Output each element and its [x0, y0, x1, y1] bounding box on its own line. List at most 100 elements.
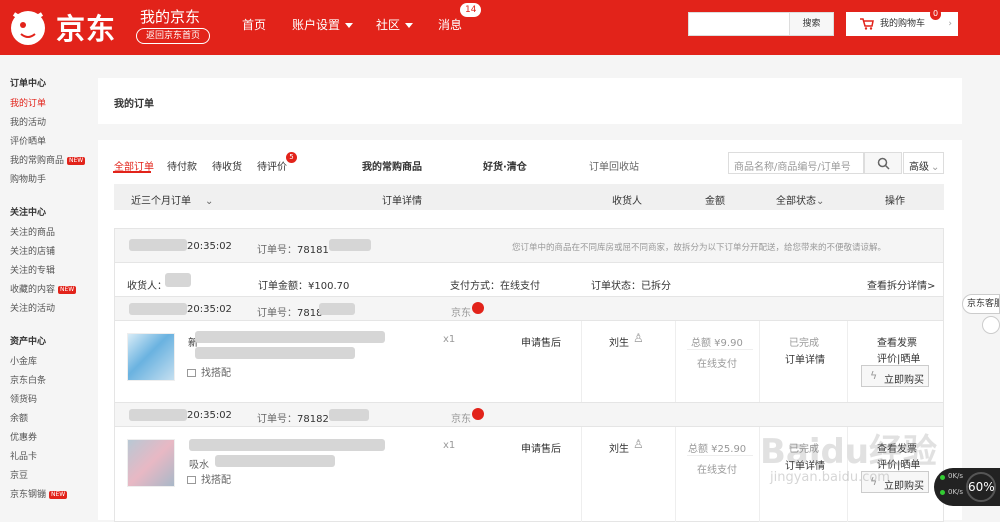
nav-account-settings[interactable]: 账户设置 — [292, 16, 354, 33]
receiver-name[interactable]: 刘生 — [609, 440, 629, 455]
column-divider — [675, 427, 676, 522]
order-search-button[interactable] — [864, 152, 902, 174]
sidebar-item-frequent-goods[interactable]: 我的常购商品 NEW — [10, 153, 86, 166]
parent-payment-method: 支付方式：在线支付 — [450, 281, 540, 292]
cart-label: 我的购物车 — [880, 19, 926, 29]
order-number-label: 订单号： — [257, 245, 297, 256]
sidebar-item-followed-goods[interactable]: 关注的商品 — [10, 225, 55, 238]
search-icon — [877, 157, 890, 170]
column-divider — [759, 321, 760, 404]
sidebar-item-followed-activities[interactable]: 关注的活动 — [10, 301, 55, 314]
col-action: 操作 — [885, 196, 905, 207]
find-match-link[interactable]: 找搭配 — [187, 471, 231, 486]
user-icon: ♙ — [633, 437, 644, 451]
blurred-product-name — [195, 347, 355, 359]
chevron-right-icon: › — [948, 19, 952, 29]
sub-order-number: 订单号：78182 — [257, 410, 329, 425]
order-number-value: 78181 — [297, 245, 329, 256]
jd-logo-text[interactable]: 京东 — [56, 6, 116, 48]
sidebar-item-gift-cards[interactable]: 礼品卡 — [10, 449, 37, 462]
order-status: 已完成 — [789, 338, 819, 349]
advanced-label: 高级 — [909, 162, 929, 173]
apply-aftersale-link[interactable]: 申请售后 — [521, 440, 561, 455]
tab-pending-receipt[interactable]: 待收货 — [212, 158, 242, 173]
column-divider — [675, 321, 676, 404]
sidebar-item-my-orders[interactable]: 我的订单 — [10, 96, 46, 109]
nav-community[interactable]: 社区 — [376, 16, 414, 33]
sidebar-item-followed-shops[interactable]: 关注的店铺 — [10, 244, 55, 257]
sidebar-item-pickup-code[interactable]: 领货码 — [10, 392, 37, 405]
sidebar-item-jd-beans[interactable]: 京豆 — [10, 468, 28, 481]
buy-again-label: 立即购买 — [884, 375, 924, 386]
usage-percent: 60% — [966, 472, 996, 502]
new-badge: NEW — [49, 490, 68, 499]
shop-name[interactable]: 京东 — [451, 304, 471, 319]
sidebar-item-my-activities[interactable]: 我的活动 — [10, 115, 46, 128]
nav-home[interactable]: 首页 — [242, 16, 266, 33]
tab-frequent-goods[interactable]: 我的常购商品 — [362, 158, 422, 173]
mascot-icon[interactable] — [982, 316, 1000, 334]
blurred-product-name — [189, 439, 385, 451]
order-detail-link[interactable]: 订单详情 — [785, 351, 825, 366]
product-thumbnail[interactable] — [127, 333, 175, 381]
parent-order-number: 订单号：78181 — [257, 241, 329, 256]
apply-aftersale-link[interactable]: 申请售后 — [521, 334, 561, 349]
chevron-down-icon — [405, 23, 414, 28]
blurred-product-name — [195, 331, 385, 343]
jd-dog-logo-icon[interactable] — [6, 6, 50, 48]
review-link[interactable]: 评价|晒单 — [877, 350, 920, 365]
order-search-input[interactable]: 商品名称/商品编号/订单号 — [728, 152, 864, 174]
find-match-link[interactable]: 找搭配 — [187, 364, 231, 379]
chat-icon[interactable] — [472, 408, 484, 420]
tab-pending-payment[interactable]: 待付款 — [167, 158, 197, 173]
download-speed: 0K/s — [948, 488, 964, 496]
receiver-name[interactable]: 刘生 — [609, 334, 629, 349]
match-icon — [187, 369, 196, 377]
view-invoice-link[interactable]: 查看发票 — [877, 334, 917, 349]
page-title: 我的订单 — [114, 99, 154, 110]
watermark-text: Baidu经验 — [760, 432, 938, 472]
chat-icon[interactable] — [472, 302, 484, 314]
chevron-down-icon: ⌄ — [816, 196, 825, 207]
product-thumbnail[interactable] — [127, 439, 175, 487]
sidebar-item-favorites[interactable]: 收藏的内容 NEW — [10, 282, 77, 295]
item-quantity: x1 — [443, 334, 456, 345]
order-number-label: 订单号： — [257, 308, 297, 319]
sidebar-item-followed-albums[interactable]: 关注的专辑 — [10, 263, 55, 276]
sidebar-item-label: 我的常购商品 — [10, 156, 65, 166]
sidebar-item-coupons[interactable]: 优惠券 — [10, 430, 37, 443]
cart-button[interactable]: 我的购物车 › — [846, 12, 958, 36]
parent-order-time: 20:35:02 — [187, 241, 232, 252]
sidebar-item-shopping-assistant[interactable]: 购物助手 — [10, 172, 46, 185]
sidebar-item-jd-coins[interactable]: 京东钢镚 NEW — [10, 487, 68, 500]
tab-good-clearance[interactable]: 好货·清仓 — [483, 158, 527, 173]
divider — [687, 349, 753, 350]
sidebar-item-balance[interactable]: 余额 — [10, 411, 28, 424]
back-home-link[interactable]: 返回京东首页 — [136, 28, 210, 44]
shop-name[interactable]: 京东 — [451, 410, 471, 425]
sidebar-item-baitiao[interactable]: 京东白条 — [10, 373, 46, 386]
review-count-badge: 5 — [286, 152, 297, 163]
buy-again-button[interactable]: ϟ 立即购买 — [861, 365, 929, 387]
product-name[interactable]: 吸水 — [189, 456, 209, 471]
sidebar-item-label: 京东钢镚 — [10, 490, 47, 500]
sub-order-time: 20:35:02 — [187, 410, 232, 421]
status-filter[interactable]: 全部状态⌄ — [776, 192, 824, 207]
blurred-date — [129, 303, 187, 315]
sidebar-heading-orders: 订单中心 — [10, 79, 47, 89]
sidebar-item-treasury[interactable]: 小金库 — [10, 354, 37, 367]
split-detail-link[interactable]: 查看拆分详情> — [867, 277, 935, 292]
sidebar-item-reviews[interactable]: 评价晒单 — [10, 134, 46, 147]
advanced-search-button[interactable]: 高级 ⌄ — [903, 152, 944, 174]
speed-widget[interactable]: 0K/s 0K/s 60% — [934, 468, 1000, 506]
tab-pending-review[interactable]: 待评价 — [257, 158, 287, 173]
nav-messages[interactable]: 消息 — [438, 16, 462, 33]
sub-order-number: 订单号：7818 — [257, 304, 322, 319]
header-search-button[interactable]: 搜索 — [789, 13, 833, 35]
header-search-input[interactable]: 搜索 — [688, 12, 834, 36]
period-select[interactable]: 近三个月订单 ⌄ — [131, 192, 213, 207]
customer-service-button[interactable]: 京东客服 — [962, 294, 1000, 314]
sidebar-item-label: 收藏的内容 — [10, 285, 56, 295]
status-filter-label: 全部状态 — [776, 196, 816, 207]
tab-recycle-bin[interactable]: 订单回收站 — [589, 158, 639, 173]
